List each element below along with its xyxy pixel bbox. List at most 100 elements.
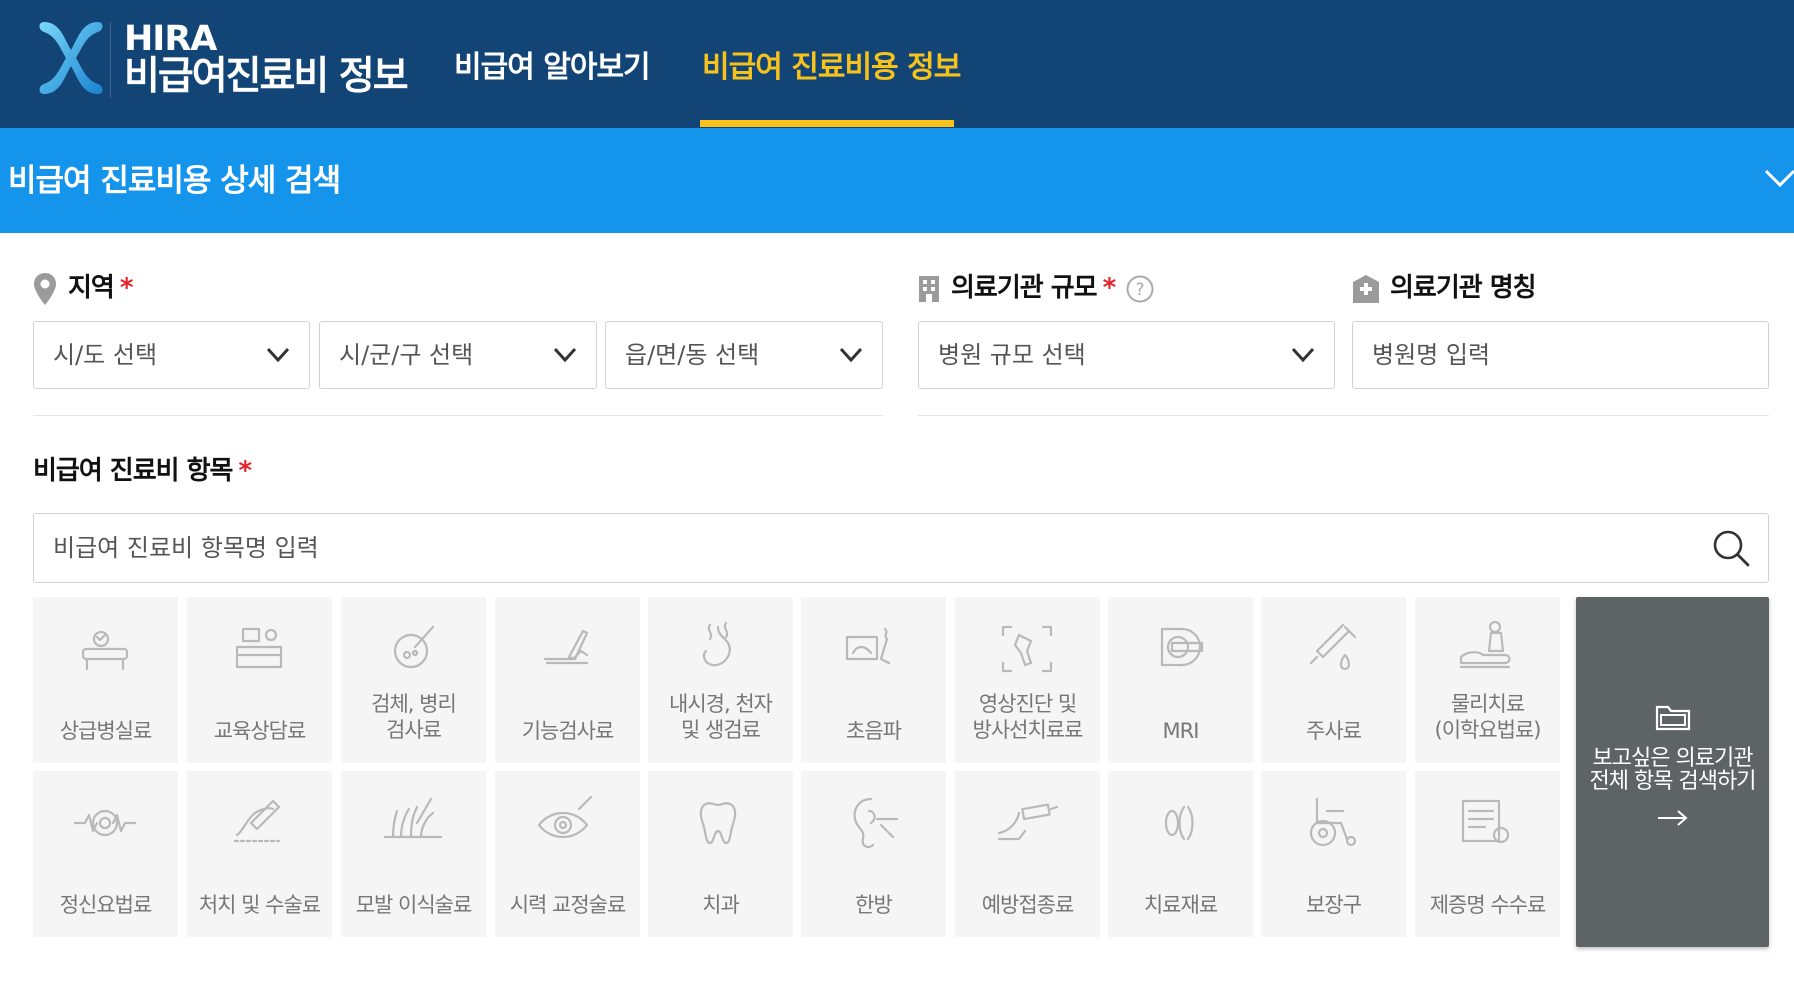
category-label: 처치 및 수술료 xyxy=(198,893,321,917)
district-select-value: 시/군/구 선택 xyxy=(339,341,474,369)
category-label: 보장구 xyxy=(1306,893,1362,917)
facility-scale-select[interactable]: 병원 규모 선택 xyxy=(918,321,1335,389)
category-label: 모발 이식술료 xyxy=(355,893,473,917)
ear-acupuncture-icon xyxy=(853,797,899,849)
full-search-line1: 보고싶은 의료기관 xyxy=(1592,746,1754,771)
arrow-right-icon xyxy=(1658,810,1688,826)
category-label: 제증명 수수료 xyxy=(1429,893,1547,917)
hira-logo-icon[interactable] xyxy=(38,18,104,98)
surgery-hand-icon xyxy=(233,799,281,843)
category-label: 내시경, 천자 및 생검료 xyxy=(669,692,773,742)
category-label: 영상진단 및 방사선치료료 xyxy=(972,692,1084,742)
hospital-icon xyxy=(1353,275,1379,303)
category-tile[interactable]: 내시경, 천자 및 생검료 xyxy=(648,597,793,763)
folder-icon xyxy=(1655,705,1691,731)
category-label: 초음파 xyxy=(846,719,902,743)
category-label: 교육상담료 xyxy=(213,719,307,743)
town-select[interactable]: 읍/면/동 선택 xyxy=(605,321,883,389)
xray-scan-icon xyxy=(1001,625,1053,673)
category-tile[interactable]: MRI xyxy=(1108,597,1253,763)
category-tile[interactable]: 처치 및 수술료 xyxy=(187,771,332,937)
nav-item-learn[interactable]: 비급여 알아보기 xyxy=(454,50,651,86)
counseling-desk-icon xyxy=(235,627,283,669)
facility-scale-select-value: 병원 규모 선택 xyxy=(938,341,1086,369)
mri-machine-icon xyxy=(1160,627,1204,667)
category-tile[interactable]: 정신요법료 xyxy=(33,771,178,937)
category-tile[interactable]: 한방 xyxy=(801,771,946,937)
category-tile[interactable]: 치료재료 xyxy=(1108,771,1253,937)
search-icon[interactable] xyxy=(1711,528,1751,568)
category-tile[interactable]: 모발 이식술료 xyxy=(341,771,486,937)
category-label: 한방 xyxy=(855,893,893,917)
category-tile[interactable]: 예방접종료 xyxy=(955,771,1100,937)
category-tile[interactable]: 물리치료 (이학요법료) xyxy=(1415,597,1560,763)
chevron-down-icon xyxy=(839,347,863,363)
full-search-line2: 전체 항목 검색하기 xyxy=(1589,769,1757,794)
physical-therapy-icon xyxy=(1459,620,1511,669)
collapse-chevron-icon[interactable] xyxy=(1763,166,1794,190)
site-header: HIRA 비급여진료비 정보 비급여 알아보기 비급여 진료비용 정보 xyxy=(0,0,1794,128)
category-tile[interactable]: 상급병실료 xyxy=(33,597,178,763)
province-select[interactable]: 시/도 선택 xyxy=(33,321,310,389)
facility-name-placeholder: 병원명 입력 xyxy=(1372,341,1491,369)
category-tile[interactable]: 제증명 수수료 xyxy=(1415,771,1560,937)
category-label: MRI xyxy=(1162,719,1200,743)
search-panel-title: 비급여 진료비용 상세 검색 xyxy=(8,163,341,199)
help-icon[interactable]: ? xyxy=(1126,275,1154,303)
svg-text:?: ? xyxy=(1135,280,1144,300)
item-search-input[interactable]: 비급여 진료비 항목명 입력 xyxy=(33,513,1769,583)
category-tile[interactable]: 기능검사료 xyxy=(495,597,640,763)
category-tile[interactable]: 검체, 병리 검사료 xyxy=(341,597,486,763)
full-item-search-button[interactable]: 보고싶은 의료기관 전체 항목 검색하기 xyxy=(1576,597,1769,947)
facility-name-input[interactable]: 병원명 입력 xyxy=(1352,321,1769,389)
brand-name[interactable]: HIRA xyxy=(124,20,217,58)
category-tile[interactable]: 시력 교정술료 xyxy=(495,771,640,937)
building-icon xyxy=(919,276,939,302)
category-label: 예방접종료 xyxy=(981,893,1075,917)
chevron-down-icon xyxy=(553,347,577,363)
province-select-value: 시/도 선택 xyxy=(53,341,158,369)
certificate-icon xyxy=(1461,799,1510,844)
lab-test-icon xyxy=(393,625,435,669)
divider xyxy=(33,415,883,416)
location-pin-icon xyxy=(34,273,56,305)
items-section-label: 비급여 진료비 항목 * xyxy=(33,456,252,486)
logo-divider xyxy=(110,22,111,98)
category-label: 주사료 xyxy=(1306,719,1362,743)
town-select-value: 읍/면/동 선택 xyxy=(625,341,760,369)
chevron-down-icon xyxy=(266,347,290,363)
function-test-icon xyxy=(543,629,589,665)
category-label: 검체, 병리 검사료 xyxy=(371,692,457,742)
divider xyxy=(918,415,1769,416)
lens-material-icon xyxy=(1164,805,1194,841)
nav-item-cost-info[interactable]: 비급여 진료비용 정보 xyxy=(702,50,961,86)
category-label: 상급병실료 xyxy=(59,719,153,743)
nav-active-indicator xyxy=(700,120,954,127)
syringe-icon xyxy=(1309,623,1357,671)
wheelchair-icon xyxy=(1309,797,1357,847)
tooth-icon xyxy=(699,802,737,845)
brain-wave-icon xyxy=(73,809,137,837)
stomach-endoscope-icon xyxy=(702,621,731,667)
hair-transplant-icon xyxy=(383,797,443,839)
category-label: 치료재료 xyxy=(1143,893,1218,917)
category-tile[interactable]: 주사료 xyxy=(1261,597,1406,763)
chevron-down-icon xyxy=(1291,347,1315,363)
district-select[interactable]: 시/군/구 선택 xyxy=(319,321,597,389)
category-label: 물리치료 (이학요법료) xyxy=(1434,692,1542,742)
brand-subtitle[interactable]: 비급여진료비 정보 xyxy=(124,56,409,98)
facility-name-label: 의료기관 명칭 xyxy=(1390,273,1537,303)
category-label: 기능검사료 xyxy=(521,719,615,743)
category-tile[interactable]: 치과 xyxy=(648,771,793,937)
eye-laser-icon xyxy=(537,795,593,839)
item-search-placeholder: 비급여 진료비 항목명 입력 xyxy=(53,534,319,562)
category-tile[interactable]: 보장구 xyxy=(1261,771,1406,937)
category-tile[interactable]: 영상진단 및 방사선치료료 xyxy=(955,597,1100,763)
category-label: 시력 교정술료 xyxy=(509,893,627,917)
category-tile[interactable]: 교육상담료 xyxy=(187,597,332,763)
category-label: 정신요법료 xyxy=(59,893,153,917)
category-tile[interactable]: 초음파 xyxy=(801,597,946,763)
category-label: 치과 xyxy=(702,893,740,917)
region-label: 지역 * xyxy=(68,273,133,303)
vaccination-icon xyxy=(997,803,1059,841)
